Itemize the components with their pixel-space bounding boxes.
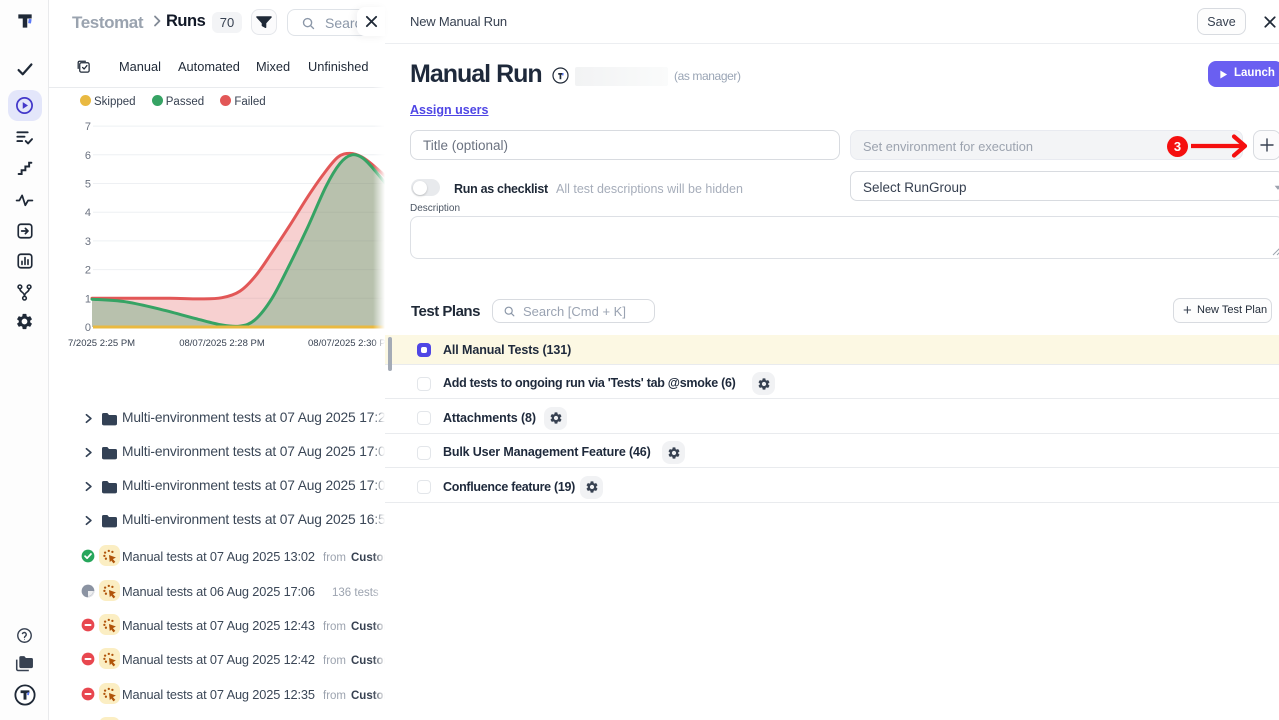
svg-text:0: 0 [85, 322, 91, 334]
svg-text:2: 2 [85, 265, 91, 277]
svg-text:5: 5 [85, 179, 91, 191]
svg-text:1: 1 [85, 293, 91, 305]
svg-text:4: 4 [85, 207, 91, 219]
svg-text:6: 6 [85, 150, 91, 162]
svg-text:7/2025 2:25 PM: 7/2025 2:25 PM [68, 338, 135, 349]
svg-text:7: 7 [85, 121, 91, 133]
svg-text:08/07/2025 2:28 PM: 08/07/2025 2:28 PM [179, 338, 265, 349]
svg-text:3: 3 [85, 236, 91, 248]
